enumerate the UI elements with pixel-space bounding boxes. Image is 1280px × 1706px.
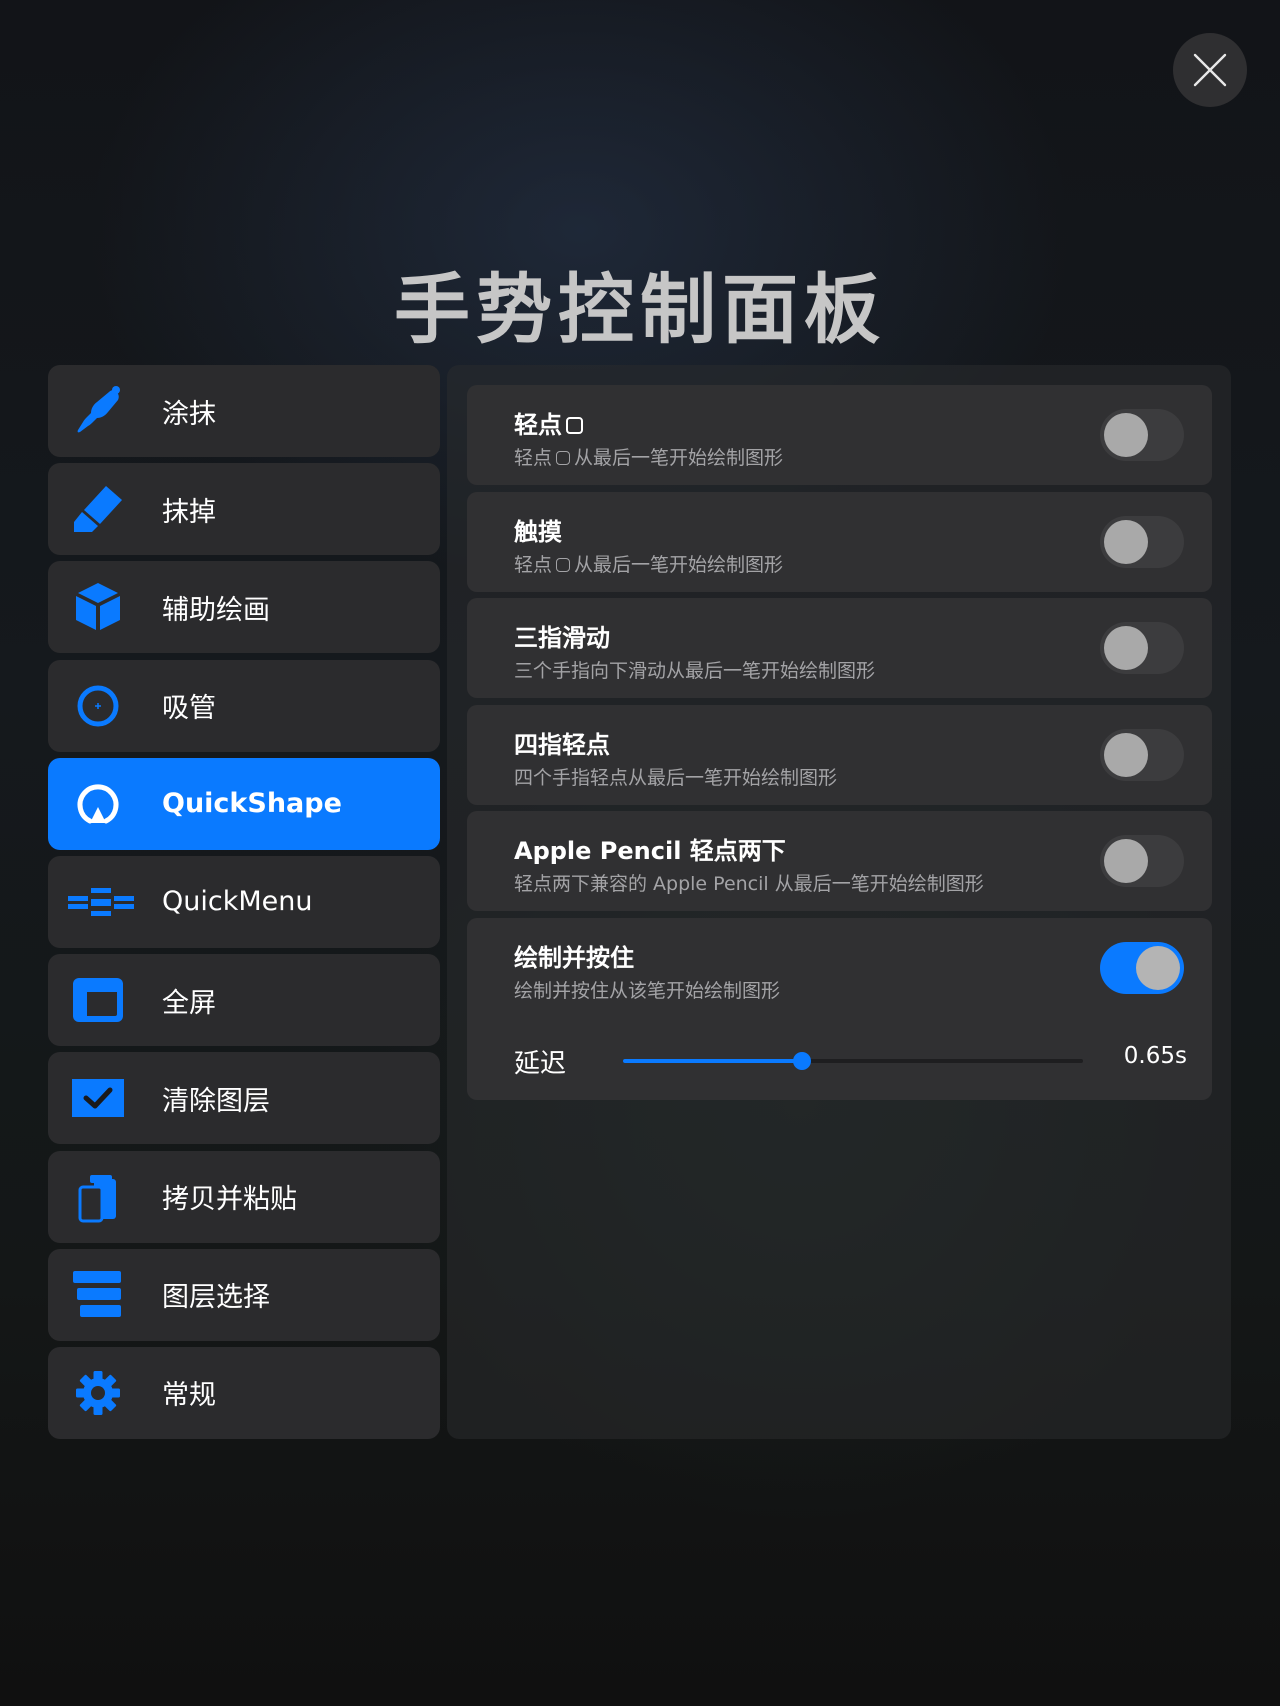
sidebar-item-quickshape[interactable]: QuickShape xyxy=(48,757,440,850)
sidebar-item-label: 图层选择 xyxy=(162,1282,270,1314)
delay-label: 延迟 xyxy=(514,1049,567,1079)
setting-row-tap: 轻点 轻点 从最后一笔开始绘制图形 xyxy=(467,385,1212,485)
fullscreen-icon xyxy=(70,973,126,1027)
gesture-glyph-icon xyxy=(556,451,571,465)
gesture-glyph-icon xyxy=(556,558,571,572)
quickshape-icon xyxy=(70,777,126,831)
sidebar-item-fullscreen[interactable]: 全屏 xyxy=(48,954,440,1047)
setting-title: Apple Pencil 轻点两下 xyxy=(514,837,786,865)
setting-title: 四指轻点 xyxy=(514,731,610,759)
sidebar-item-label: 涂抹 xyxy=(162,398,216,430)
setting-toggle-tap[interactable] xyxy=(1100,409,1184,461)
clear-layer-icon xyxy=(70,1071,126,1125)
setting-description: 四个手指轻点从最后一笔开始绘制图形 xyxy=(514,767,838,789)
eyedropper-icon xyxy=(70,679,126,733)
setting-row-three-finger-swipe: 三指滑动 三个手指向下滑动从最后一笔开始绘制图形 xyxy=(467,598,1212,698)
setting-desc-text: 轻点 xyxy=(514,447,553,469)
sidebar-item-copy-paste[interactable]: 拷贝并粘贴 xyxy=(48,1150,440,1243)
sidebar-item-layer-select[interactable]: 图层选择 xyxy=(48,1248,440,1341)
setting-row-four-finger-tap: 四指轻点 四个手指轻点从最后一笔开始绘制图形 xyxy=(467,705,1212,805)
sidebar-item-assisted-drawing[interactable]: 辅助绘画 xyxy=(48,561,440,654)
eraser-icon xyxy=(70,482,126,536)
sidebar-item-general[interactable]: 常规 xyxy=(48,1346,440,1439)
settings-panel: 轻点 轻点 从最后一笔开始绘制图形 触摸 轻点 从最后一笔开始绘制图形 三指滑动 三… xyxy=(447,365,1231,1439)
toggle-knob xyxy=(1136,946,1180,990)
quickmenu-icon xyxy=(68,875,134,929)
sidebar-item-label: 拷贝并粘贴 xyxy=(162,1184,297,1215)
close-icon xyxy=(1193,53,1227,87)
toggle-knob xyxy=(1104,520,1148,564)
sidebar-item-label: 抹掉 xyxy=(162,496,216,528)
toggle-knob xyxy=(1104,413,1148,457)
setting-description: 三个手指向下滑动从最后一笔开始绘制图形 xyxy=(514,660,876,682)
sidebar-item-label: QuickMenu xyxy=(162,886,313,918)
close-button[interactable] xyxy=(1173,33,1247,107)
setting-row-draw-and-hold: 绘制并按住 绘制并按住从该笔开始绘制图形 延迟 0.65s xyxy=(467,918,1212,1100)
setting-toggle-apple-pencil-double-tap[interactable] xyxy=(1100,835,1184,887)
setting-toggle-four-finger-tap[interactable] xyxy=(1100,729,1184,781)
smudge-brush-icon xyxy=(70,384,126,438)
delay-value: 0.65s xyxy=(1123,1043,1187,1069)
layers-icon xyxy=(70,1268,126,1322)
sidebar-item-eyedropper[interactable]: 吸管 xyxy=(48,659,440,752)
toggle-knob xyxy=(1104,839,1148,883)
setting-title-text: 轻点 xyxy=(514,411,562,439)
setting-desc-text: 轻点 xyxy=(514,554,553,576)
gear-icon xyxy=(70,1366,126,1420)
cube-icon xyxy=(70,580,126,634)
setting-title: 三指滑动 xyxy=(514,624,610,652)
setting-desc-text: 从最后一笔开始绘制图形 xyxy=(574,554,784,576)
setting-title: 绘制并按住 xyxy=(514,944,634,972)
delay-slider-fill xyxy=(623,1059,803,1063)
clipboard-icon xyxy=(70,1170,126,1224)
toggle-knob xyxy=(1104,626,1148,670)
delay-slider[interactable] xyxy=(623,1052,1083,1070)
sidebar-item-label: 全屏 xyxy=(162,987,216,1019)
setting-description: 轻点 从最后一笔开始绘制图形 xyxy=(514,550,783,577)
setting-toggle-three-finger-swipe[interactable] xyxy=(1100,622,1184,674)
toggle-knob xyxy=(1104,733,1148,777)
sidebar-item-label: 清除图层 xyxy=(162,1085,270,1117)
sidebar-item-label: 常规 xyxy=(162,1380,216,1412)
setting-description: 轻点两下兼容的 Apple Pencil 从最后一笔开始绘制图形 xyxy=(514,873,984,895)
delay-slider-thumb[interactable] xyxy=(793,1052,812,1070)
setting-row-apple-pencil-double-tap: Apple Pencil 轻点两下 轻点两下兼容的 Apple Pencil 从… xyxy=(467,811,1212,911)
sidebar: 涂抹 抹掉 辅助绘画 吸管 QuickShape QuickMenu 全屏 清除… xyxy=(48,365,440,1445)
setting-toggle-draw-and-hold[interactable] xyxy=(1100,942,1184,994)
sidebar-item-label: 吸管 xyxy=(162,693,216,725)
setting-title: 触摸 xyxy=(514,518,562,546)
sidebar-item-smudge[interactable]: 涂抹 xyxy=(48,365,440,457)
setting-toggle-touch[interactable] xyxy=(1100,516,1184,568)
setting-description: 轻点 从最后一笔开始绘制图形 xyxy=(514,443,783,470)
sidebar-item-clear-layer[interactable]: 清除图层 xyxy=(48,1052,440,1145)
setting-description: 绘制并按住从该笔开始绘制图形 xyxy=(514,980,781,1002)
setting-desc-text: 从最后一笔开始绘制图形 xyxy=(574,447,784,469)
sidebar-item-label: 辅助绘画 xyxy=(162,594,270,626)
sidebar-item-quickmenu[interactable]: QuickMenu xyxy=(48,855,440,948)
setting-title: 轻点 xyxy=(514,405,583,440)
sidebar-item-erase[interactable]: 抹掉 xyxy=(48,463,440,556)
page-title: 手势控制面板 xyxy=(394,265,886,354)
setting-row-touch: 触摸 轻点 从最后一笔开始绘制图形 xyxy=(467,492,1212,592)
gesture-glyph-icon xyxy=(566,417,583,434)
sidebar-item-label: QuickShape xyxy=(162,788,342,820)
